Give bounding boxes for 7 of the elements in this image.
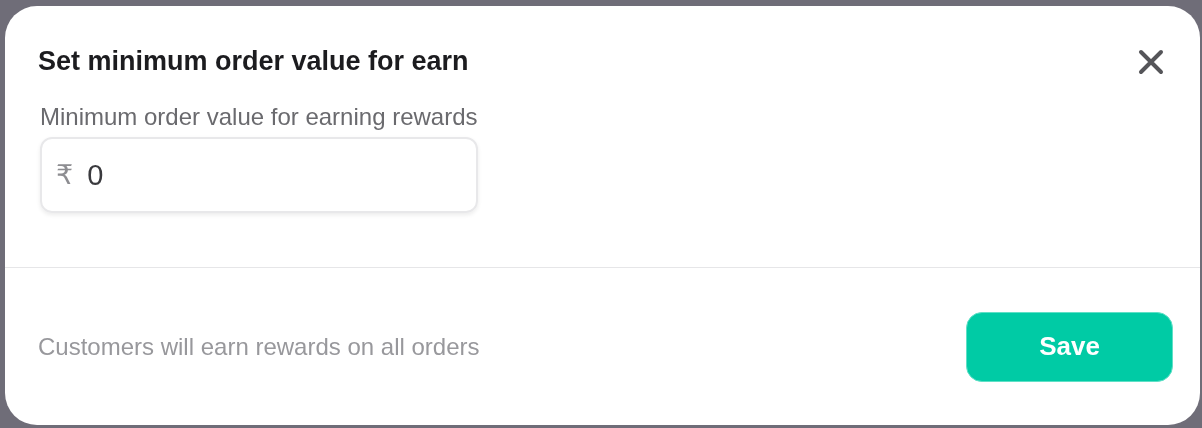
field-value: 0	[87, 160, 105, 190]
amount-input-field[interactable]: ₹ 0	[40, 137, 478, 213]
field-label: Minimum order value for earning rewards	[40, 103, 478, 131]
footer-note: Customers will earn rewards on all orders	[38, 332, 480, 361]
close-icon	[1138, 48, 1164, 75]
dialog-title: Set minimum order value for earn	[38, 46, 469, 77]
currency-prefix: ₹	[56, 159, 74, 191]
